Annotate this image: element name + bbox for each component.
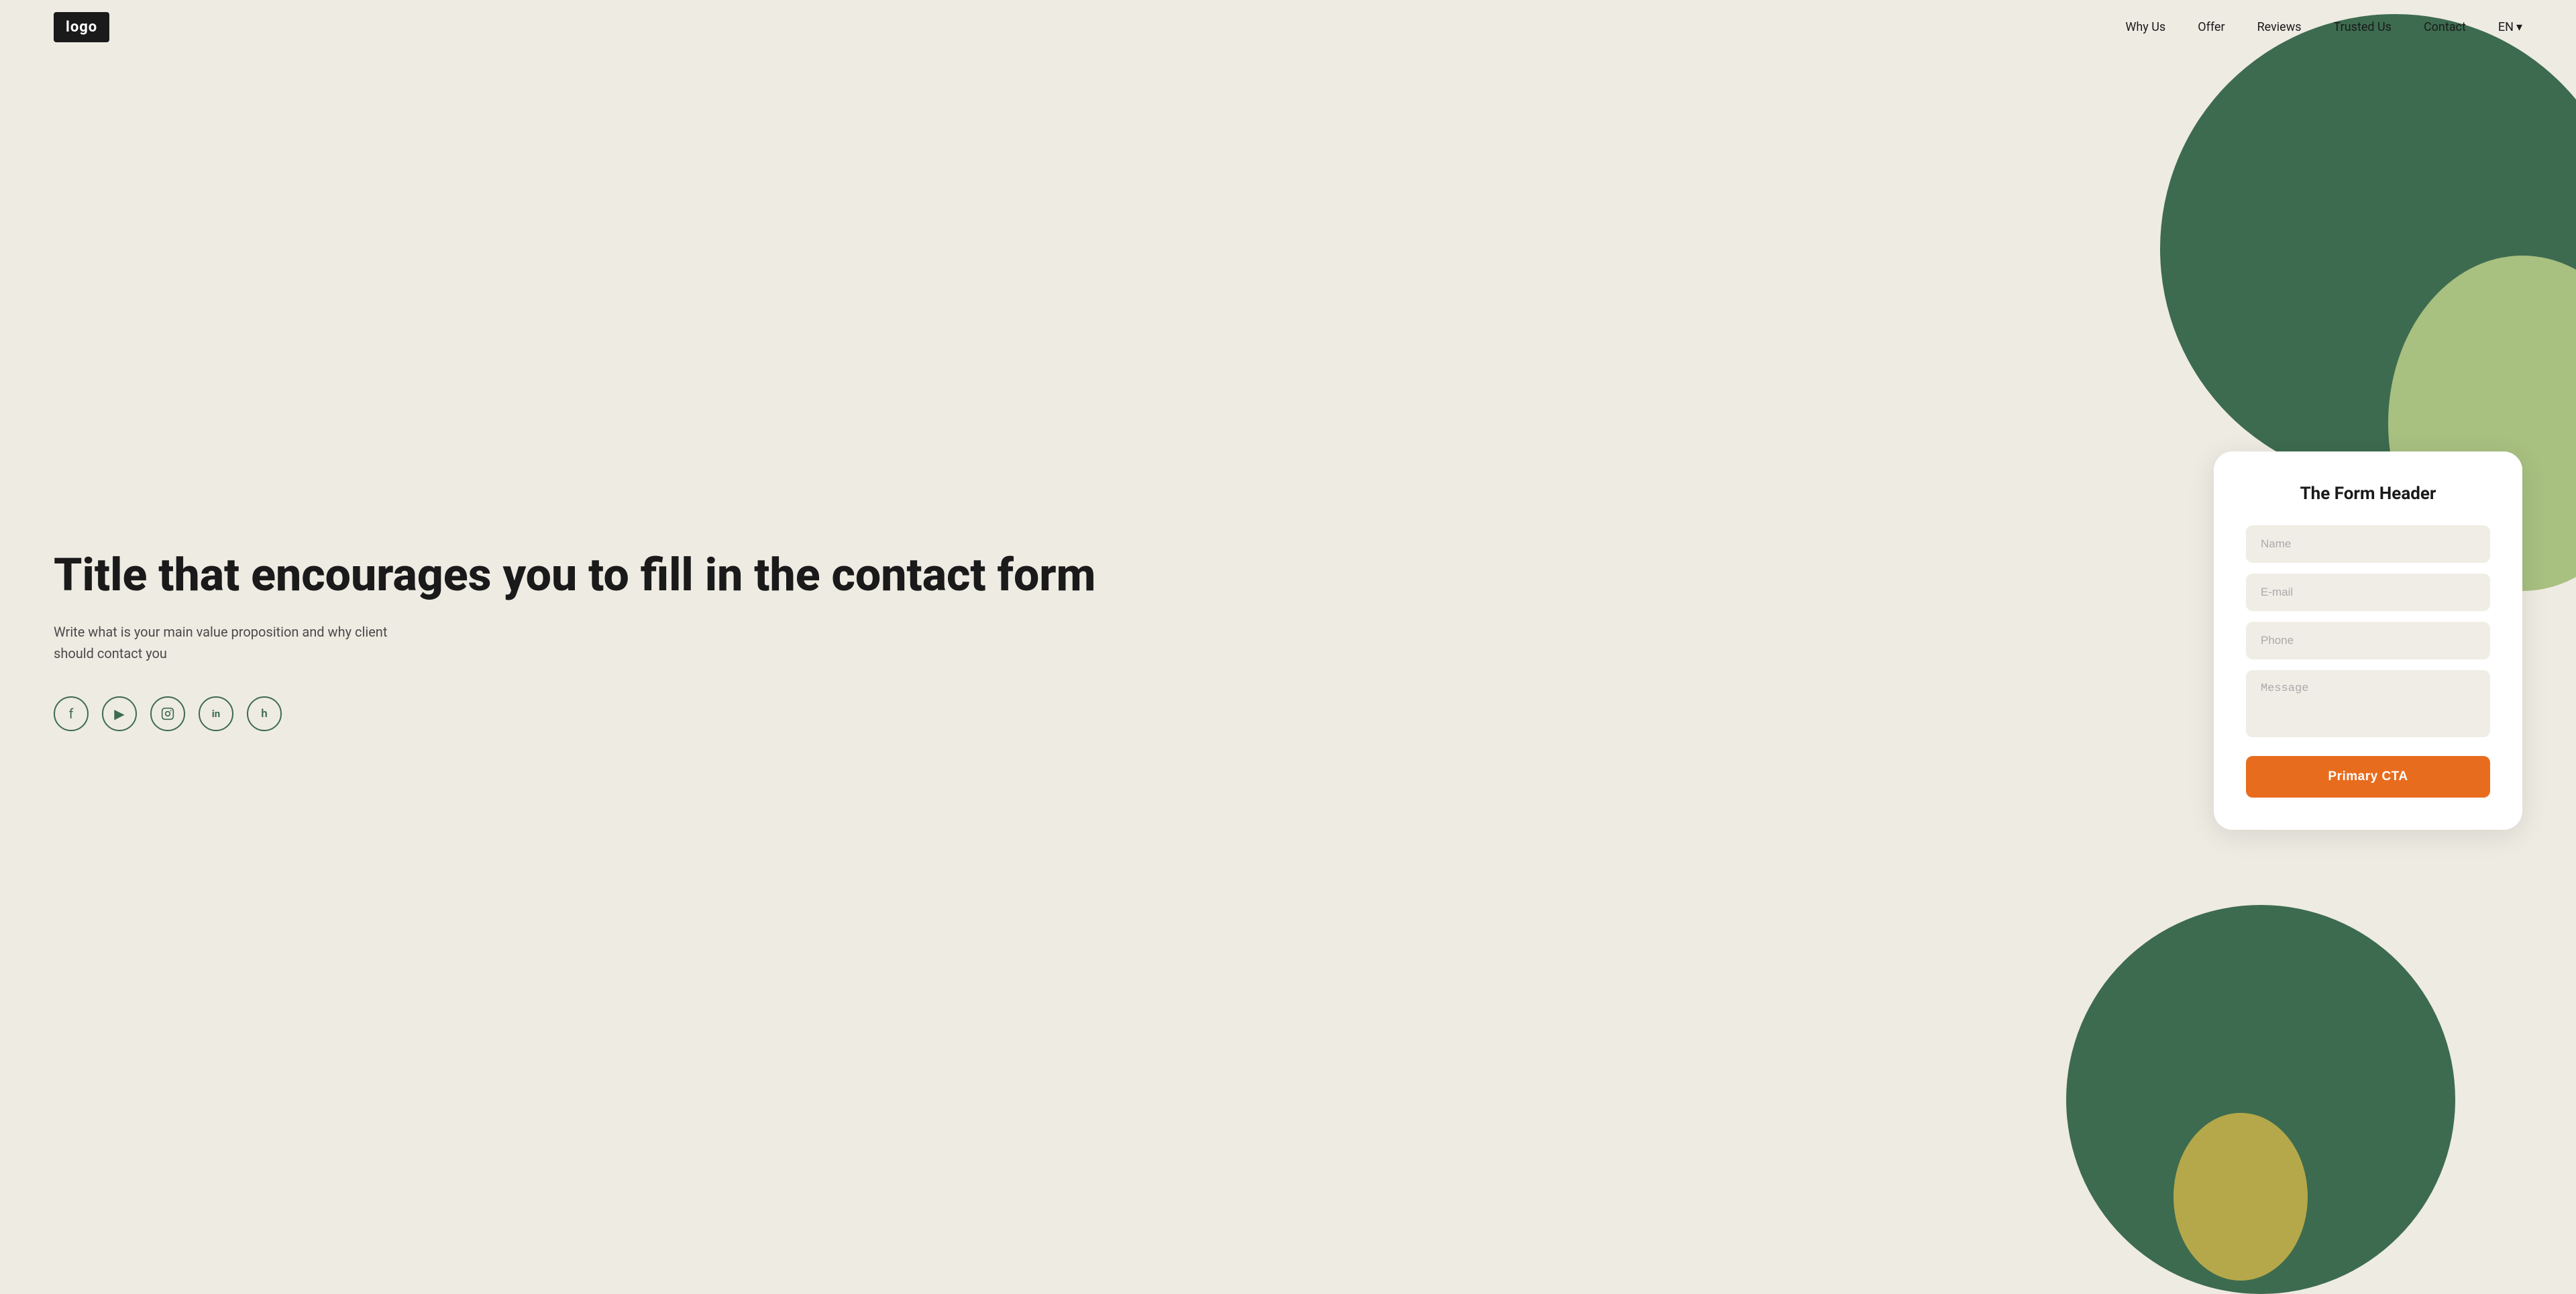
nav-offer[interactable]: Offer bbox=[2198, 20, 2224, 34]
logo[interactable]: logo bbox=[54, 12, 109, 42]
lang-label: EN bbox=[2498, 20, 2514, 34]
hero-section: Title that encourages you to fill in the… bbox=[0, 54, 2576, 1240]
decorative-circle-olive-bottom bbox=[2174, 1113, 2308, 1281]
message-textarea[interactable] bbox=[2246, 670, 2490, 737]
hero-left-content: Title that encourages you to fill in the… bbox=[54, 550, 1338, 732]
youtube-icon[interactable]: ▶ bbox=[102, 696, 137, 731]
nav-contact[interactable]: Contact bbox=[2424, 20, 2466, 34]
instagram-icon[interactable] bbox=[150, 696, 185, 731]
phone-field-group bbox=[2246, 622, 2490, 659]
nav-trusted-us[interactable]: Trusted Us bbox=[2334, 20, 2392, 34]
phone-input[interactable] bbox=[2246, 622, 2490, 659]
main-nav: Why Us Offer Reviews Trusted Us Contact … bbox=[2125, 20, 2522, 34]
lang-arrow-icon: ▾ bbox=[2516, 20, 2522, 34]
nav-why-us[interactable]: Why Us bbox=[2125, 20, 2165, 34]
houzz-icon[interactable]: h bbox=[247, 696, 282, 731]
contact-form-card: The Form Header Primary CTA bbox=[2214, 451, 2522, 830]
name-field-group bbox=[2246, 525, 2490, 563]
linkedin-icon[interactable]: in bbox=[199, 696, 233, 731]
email-input[interactable] bbox=[2246, 574, 2490, 611]
primary-cta-button[interactable]: Primary CTA bbox=[2246, 756, 2490, 798]
facebook-icon[interactable]: f bbox=[54, 696, 89, 731]
social-icons-group: f ▶ in h bbox=[54, 696, 1338, 731]
hero-subtitle: Write what is your main value propositio… bbox=[54, 621, 402, 664]
name-input[interactable] bbox=[2246, 525, 2490, 563]
form-header-title: The Form Header bbox=[2246, 484, 2490, 504]
lang-selector[interactable]: EN ▾ bbox=[2498, 20, 2522, 34]
hero-right-form: The Form Header Primary CTA bbox=[2214, 451, 2522, 830]
site-header: logo Why Us Offer Reviews Trusted Us Con… bbox=[0, 0, 2576, 54]
nav-reviews[interactable]: Reviews bbox=[2257, 20, 2302, 34]
hero-title: Title that encourages you to fill in the… bbox=[54, 550, 1338, 600]
message-field-group bbox=[2246, 670, 2490, 740]
email-field-group bbox=[2246, 574, 2490, 611]
